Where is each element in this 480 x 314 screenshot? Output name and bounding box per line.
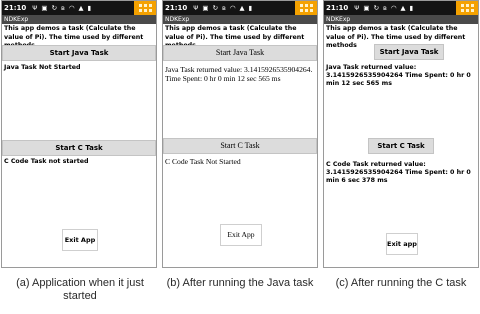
exit-app-button[interactable]: Exit App xyxy=(220,224,262,246)
start-java-task-button[interactable]: Start Java Task xyxy=(163,45,317,61)
c-task-status: C Code Task Not Started xyxy=(165,157,241,166)
status-bar: 21:10 Ψ ▣ ↻ ʙ ◠ ▲ ▮ xyxy=(163,1,317,15)
c-task-status: C Code Task returned value: 3.1415926535… xyxy=(326,161,471,184)
usb-icon: Ψ xyxy=(193,4,199,12)
status-bar: 21:10 Ψ ▣ ↻ ʙ ◠ ▲ ▮ xyxy=(324,1,478,15)
battery-icon: ▮ xyxy=(248,4,253,12)
c-task-status: C Code Task not started xyxy=(4,158,89,165)
status-bar: 21:10 Ψ ▣ ↻ ʙ ◠ ▲ ▮ xyxy=(2,1,156,15)
start-c-task-button[interactable]: Start C Task xyxy=(2,140,156,156)
java-task-status: Java Task Not Started xyxy=(4,64,81,71)
start-java-task-button[interactable]: Start Java Task xyxy=(374,44,444,60)
signal-icon: ▲ xyxy=(400,4,406,12)
caption-after-c: (c) After running the C task xyxy=(335,277,467,289)
status-time: 21:10 xyxy=(4,4,27,12)
bluetooth-icon: ʙ xyxy=(383,4,387,12)
app-title: NDKExp xyxy=(163,15,317,24)
notification-icon: ▣ xyxy=(41,4,48,12)
status-time: 21:10 xyxy=(165,4,188,12)
caption-after-java: (b) After running the Java task xyxy=(166,277,314,289)
signal-icon: ▲ xyxy=(78,4,84,12)
start-c-task-button[interactable]: Start C Task xyxy=(163,138,317,154)
sync-icon: ↻ xyxy=(212,4,219,12)
sync-icon: ↻ xyxy=(51,4,58,12)
java-task-status: Java Task returned value: 3.141592653590… xyxy=(326,64,471,87)
phone-screen-after-c: 21:10 Ψ ▣ ↻ ʙ ◠ ▲ ▮ NDKExp This app demo… xyxy=(323,0,479,268)
notification-icon: ▣ xyxy=(202,4,209,12)
wifi-icon: ◠ xyxy=(229,4,236,12)
caption-initial: (a) Application when it just started xyxy=(16,277,144,302)
java-task-status: Java Task returned value: 3.141592653590… xyxy=(165,65,313,83)
app-description: This app demos a task (Calculate the val… xyxy=(4,25,144,49)
menu-grid-icon[interactable] xyxy=(134,1,156,15)
app-description: This app demos a task (Calculate the val… xyxy=(165,25,305,49)
wifi-icon: ◠ xyxy=(390,4,397,12)
start-c-task-button[interactable]: Start C Task xyxy=(368,138,434,154)
battery-icon: ▮ xyxy=(87,4,92,12)
app-description: This app demos a task (Calculate the val… xyxy=(326,25,466,49)
wifi-icon: ◠ xyxy=(68,4,75,12)
phone-screen-initial: 21:10 Ψ ▣ ↻ ʙ ◠ ▲ ▮ NDKExp This app demo… xyxy=(1,0,157,268)
signal-icon: ▲ xyxy=(239,4,245,12)
bluetooth-icon: ʙ xyxy=(61,4,65,12)
phone-screen-after-java: 21:10 Ψ ▣ ↻ ʙ ◠ ▲ ▮ NDKExp This app demo… xyxy=(162,0,318,268)
sync-icon: ↻ xyxy=(373,4,380,12)
exit-app-button[interactable]: Exit App xyxy=(62,229,98,251)
app-title: NDKExp xyxy=(324,15,478,24)
start-java-task-button[interactable]: Start Java Task xyxy=(2,45,156,61)
battery-icon: ▮ xyxy=(409,4,414,12)
menu-grid-icon[interactable] xyxy=(295,1,317,15)
bluetooth-icon: ʙ xyxy=(222,4,226,12)
app-title: NDKExp xyxy=(2,15,156,24)
usb-icon: Ψ xyxy=(32,4,38,12)
exit-app-button[interactable]: Exit app xyxy=(386,233,418,255)
notification-icon: ▣ xyxy=(363,4,370,12)
usb-icon: Ψ xyxy=(354,4,360,12)
status-time: 21:10 xyxy=(326,4,349,12)
menu-grid-icon[interactable] xyxy=(456,1,478,15)
